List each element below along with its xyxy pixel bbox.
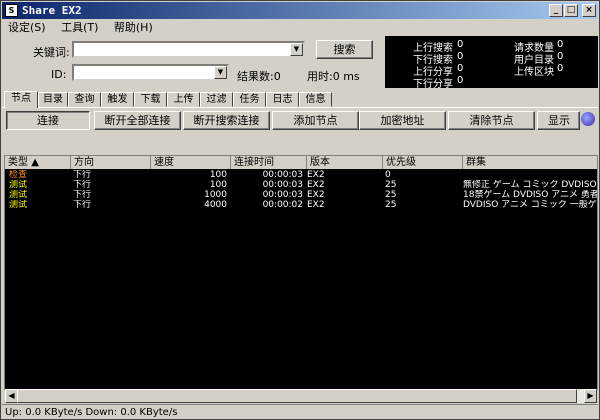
tab-query[interactable]: 查询	[68, 92, 101, 107]
cell-cluster: DVDISO アニメ コミック 一般ゲ	[463, 200, 597, 210]
main-window: S Share EX2 _ □ × 设定(S) 工具(T) 帮助(H) 关键词:…	[0, 0, 600, 420]
status-bar: Up: 0.0 KByte/s Down: 0.0 KByte/s	[2, 404, 598, 419]
tab-download[interactable]: 下载	[134, 92, 167, 107]
header-priority[interactable]: 优先级	[383, 156, 463, 169]
result-count: 结果数:0	[237, 70, 281, 83]
cell-priority: 25	[385, 180, 397, 190]
menu-help[interactable]: 帮助(H)	[114, 21, 153, 34]
disconnect-all-button[interactable]: 断开全部连接	[94, 111, 181, 130]
tab-bar: 节点 目录 查询 触发 下载 上传 过滤 任务 日志 信息	[2, 91, 598, 108]
maximize-button[interactable]: □	[564, 4, 578, 17]
stats-panel: 上行搜索 0 下行搜索 0 上行分享 0 下行分享 0 请求数量 0 用户目录 …	[385, 36, 598, 90]
cell-speed: 1000	[204, 190, 227, 200]
up-share-value: 0	[457, 63, 464, 74]
cell-version: EX2	[307, 200, 325, 210]
search-button[interactable]: 搜索	[316, 40, 373, 59]
disconnect-search-button[interactable]: 断开搜索连接	[183, 111, 270, 130]
show-button[interactable]: 显示并	[537, 111, 580, 130]
window-title: Share EX2	[22, 4, 82, 17]
down-share-value: 0	[457, 75, 464, 86]
cell-type: 测试	[9, 190, 28, 200]
app-icon: S	[5, 4, 18, 17]
table-header: 类型 ▲ 方向 速度 连接时间 版本 优先级 群集	[5, 156, 597, 169]
cell-priority: 25	[385, 200, 397, 210]
tab-upload[interactable]: 上传	[167, 92, 200, 107]
nodes-table: 类型 ▲ 方向 速度 连接时间 版本 优先级 群集 检查 下行 100 00:00:0…	[4, 155, 598, 390]
cell-priority: 25	[385, 190, 397, 200]
cell-version: EX2	[307, 170, 325, 180]
horizontal-scrollbar[interactable]: ◀ ▶	[5, 389, 597, 403]
cell-cluster: 無修正 ゲーム コミック DVDISO	[463, 180, 597, 190]
sort-asc-icon: ▲	[31, 157, 39, 168]
cell-priority: 0	[385, 170, 391, 180]
cell-connect-time: 00:00:03	[262, 170, 303, 180]
encrypt-address-button[interactable]: 加密地址	[359, 111, 446, 130]
cell-direction: 下行	[73, 200, 92, 210]
cell-type: 测试	[9, 200, 28, 210]
cell-version: EX2	[307, 190, 325, 200]
cell-speed: 100	[209, 170, 227, 180]
keyword-label: 关键词:	[33, 46, 70, 59]
id-label: ID:	[51, 68, 67, 81]
header-type[interactable]: 类型 ▲	[5, 156, 71, 169]
header-speed[interactable]: 速度	[151, 156, 231, 169]
menu-tools[interactable]: 工具(T)	[61, 21, 98, 34]
nodes-panel: 连接 断开全部连接 断开搜索连接 添加节点 加密地址 清除节点 显示并	[2, 107, 598, 156]
close-button[interactable]: ×	[582, 4, 596, 17]
connect-button[interactable]: 连接	[6, 111, 90, 130]
table-row[interactable]: 测试 下行 1000 00:00:03 EX2 25 18禁ゲーム DVDISO アニメ 勇…	[5, 190, 598, 200]
cell-cluster: 18禁ゲーム DVDISO アニメ 勇者	[463, 190, 598, 200]
tab-tasks[interactable]: 任务	[233, 92, 266, 107]
cell-connect-time: 00:00:03	[262, 180, 303, 190]
menu-bar: 设定(S) 工具(T) 帮助(H)	[2, 20, 598, 36]
cell-speed: 100	[209, 180, 227, 190]
table-row[interactable]: 测试 下行 100 00:00:03 EX2 25 無修正 ゲーム コミック DVDISO	[5, 180, 597, 190]
upload-block-value: 0	[557, 63, 564, 74]
id-input[interactable]: ▼	[72, 64, 229, 81]
up-search-value: 0	[457, 39, 464, 50]
tab-info[interactable]: 信息	[299, 92, 332, 107]
down-share-label: 下行分享	[413, 79, 453, 90]
chevron-down-icon[interactable]: ▼	[214, 66, 227, 79]
cell-type: 检查	[9, 170, 28, 180]
tab-directory[interactable]: 目录	[38, 92, 68, 107]
header-type-label: 类型	[8, 157, 28, 168]
grapes-icon	[581, 112, 595, 126]
table-row[interactable]: 检查 下行 100 00:00:03 EX2 0	[5, 170, 597, 180]
minimize-button[interactable]: _	[549, 4, 563, 17]
cell-connect-time: 00:00:02	[262, 200, 303, 210]
table-row[interactable]: 测试 下行 4000 00:00:02 EX2 25 DVDISO アニメ コミック 一般ゲ	[5, 200, 597, 210]
tab-filter[interactable]: 过滤	[200, 92, 233, 107]
time-used: 用时:0 ms	[307, 70, 360, 83]
tab-nodes[interactable]: 节点	[4, 91, 38, 108]
upload-block-label: 上传区块	[514, 67, 554, 78]
tab-log[interactable]: 日志	[266, 92, 299, 107]
cell-direction: 下行	[73, 180, 92, 190]
cell-direction: 下行	[73, 190, 92, 200]
header-cluster[interactable]: 群集	[463, 156, 597, 169]
cell-connect-time: 00:00:03	[262, 190, 303, 200]
cell-version: EX2	[307, 180, 325, 190]
cell-type: 测试	[9, 180, 28, 190]
tab-trigger[interactable]: 触发	[101, 92, 134, 107]
menu-settings[interactable]: 设定(S)	[8, 21, 46, 34]
header-direction[interactable]: 方向	[71, 156, 151, 169]
scroll-thumb[interactable]	[17, 389, 577, 403]
header-connect-time[interactable]: 连接时间	[231, 156, 307, 169]
chevron-down-icon[interactable]: ▼	[290, 43, 303, 56]
request-count-value: 0	[557, 39, 564, 50]
cell-direction: 下行	[73, 170, 92, 180]
scroll-right-icon[interactable]: ▶	[584, 389, 597, 403]
cell-speed: 4000	[204, 200, 227, 210]
header-version[interactable]: 版本	[307, 156, 383, 169]
add-node-button[interactable]: 添加节点	[272, 111, 359, 130]
down-search-value: 0	[457, 51, 464, 62]
keyword-input[interactable]: ▼	[72, 41, 305, 58]
title-bar[interactable]: S Share EX2 _ □ ×	[2, 2, 598, 19]
user-dir-value: 0	[557, 51, 564, 62]
clear-nodes-button[interactable]: 清除节点	[448, 111, 535, 130]
